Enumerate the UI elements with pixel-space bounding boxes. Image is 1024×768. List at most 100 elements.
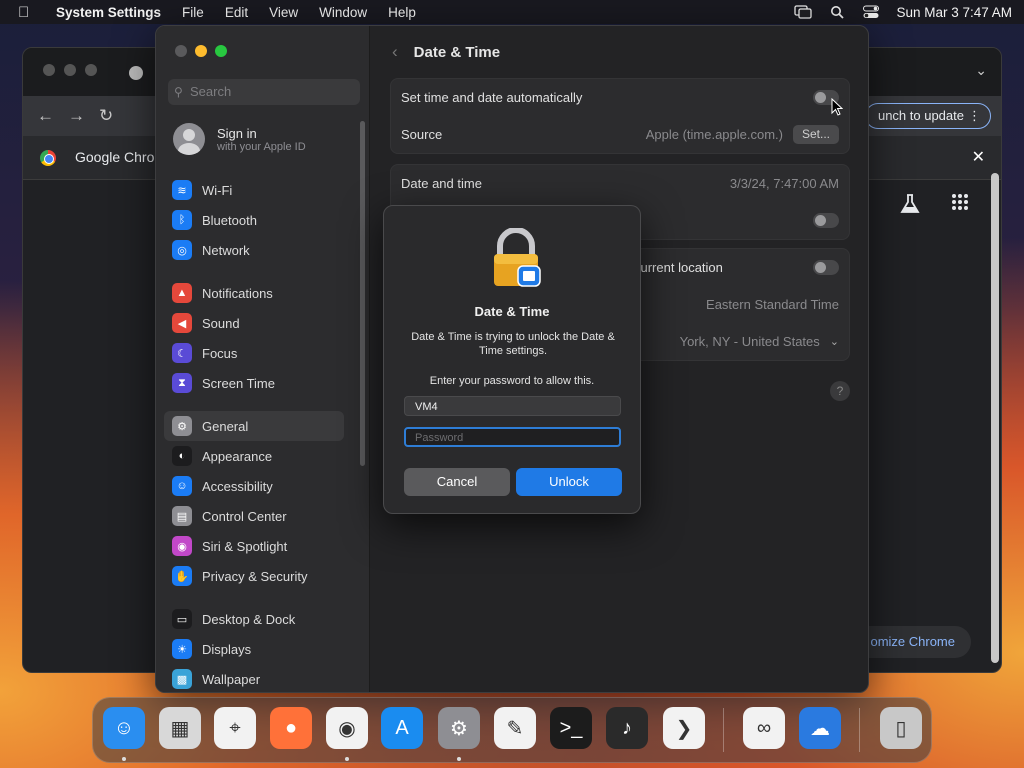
set-source-button[interactable]: Set...: [792, 125, 839, 144]
username-field[interactable]: VM4: [404, 396, 621, 416]
password-field[interactable]: Password: [404, 427, 621, 447]
minimize-window-button[interactable]: [195, 45, 207, 57]
unlock-dialog: Date & Time Date & Time is trying to unl…: [383, 205, 641, 514]
sidebar-item-bluetooth[interactable]: ᛒ Bluetooth: [164, 205, 344, 235]
sidebar-item-sound[interactable]: ◀ Sound: [164, 308, 344, 338]
sidebar-item-label: Focus: [202, 345, 238, 361]
location-label: current location: [634, 260, 723, 275]
safari-icon[interactable]: ⌖: [214, 707, 256, 749]
visual-studio-icon[interactable]: ∞: [743, 707, 785, 749]
search-icon[interactable]: [828, 5, 846, 19]
back-arrow-icon[interactable]: ←: [37, 106, 54, 126]
sidebar-list: ≋ Wi-Fi ᛒ Bluetooth ◎ Network ▲ Notifications ◀ S…: [164, 175, 344, 692]
sidebar-section-gap: [164, 398, 344, 411]
sidebar-item-label: Accessibility: [202, 478, 273, 494]
sidebar-section-gap: [164, 265, 344, 278]
menu-help[interactable]: Help: [388, 5, 416, 20]
sidebar-item-siri-spotlight[interactable]: ◉ Siri & Spotlight: [164, 531, 344, 561]
menu-clock[interactable]: Sun Mar 3 7:47 AM: [896, 5, 1012, 20]
auto-time-group: Set time and date automatically Source A…: [390, 78, 850, 154]
garageband-icon[interactable]: ♪: [606, 707, 648, 749]
cancel-button[interactable]: Cancel: [404, 468, 510, 496]
screen-mirroring-icon[interactable]: [794, 5, 813, 19]
menu-window[interactable]: Window: [319, 5, 367, 20]
forward-arrow-icon[interactable]: →: [68, 106, 85, 126]
sidebar-item-wi-fi[interactable]: ≋ Wi-Fi: [164, 175, 344, 205]
settings-traffic-lights: [175, 45, 227, 57]
chrome-logo-icon: [40, 150, 56, 166]
date-time-value: 3/3/24, 7:47:00 AM: [729, 176, 839, 191]
help-button[interactable]: ?: [830, 381, 850, 401]
sidebar-item-label: Appearance: [202, 448, 273, 464]
dock-separator: [859, 708, 860, 752]
unlock-button[interactable]: Unlock: [516, 468, 622, 496]
sidebar-item-desktop-dock[interactable]: ▭ Desktop & Dock: [164, 604, 344, 634]
menu-bar:  System Settings File Edit View Window …: [0, 0, 1024, 24]
menu-file[interactable]: File: [182, 5, 204, 20]
textedit-icon[interactable]: ✎: [494, 707, 536, 749]
chrome-scrollbar[interactable]: [991, 173, 999, 663]
zoom-window-button[interactable]: [215, 45, 227, 57]
back-chevron-icon[interactable]: ‹: [392, 42, 398, 62]
sidebar-item-focus[interactable]: ☾ Focus: [164, 338, 344, 368]
sidebar-item-control-center[interactable]: ▤ Control Center: [164, 501, 344, 531]
sidebar-item-label: Sound: [202, 315, 240, 331]
sidebar-item-privacy-security[interactable]: ✋ Privacy & Security: [164, 561, 344, 591]
running-indicator: [457, 757, 461, 761]
finder-icon[interactable]: ☺: [103, 707, 145, 749]
hourglass-icon: ⧗: [172, 373, 192, 393]
globe-icon: ◎: [172, 240, 192, 260]
sidebar-item-wallpaper[interactable]: ▩ Wallpaper: [164, 664, 344, 692]
menu-view[interactable]: View: [269, 5, 298, 20]
running-indicator: [345, 757, 349, 761]
location-toggle[interactable]: [813, 260, 839, 275]
labs-flask-icon[interactable]: [899, 193, 921, 221]
terminal-icon[interactable]: >_: [550, 707, 592, 749]
sidebar-item-general[interactable]: ⚙ General: [164, 411, 344, 441]
chrome-zoom-light[interactable]: [85, 64, 97, 76]
reload-icon[interactable]: ↻: [99, 106, 113, 126]
menu-edit[interactable]: Edit: [225, 5, 248, 20]
menu-app-name[interactable]: System Settings: [56, 5, 161, 20]
gear-icon: ⚙: [172, 416, 192, 436]
more-menu-icon[interactable]: ⋮: [968, 104, 981, 128]
avatar: [173, 123, 205, 155]
sidebar-item-appearance[interactable]: ◐ Appearance: [164, 441, 344, 471]
chrome-close-light[interactable]: [43, 64, 55, 76]
running-indicator: [122, 757, 126, 761]
launchpad-icon[interactable]: ▦: [159, 707, 201, 749]
apps-grid-icon[interactable]: [951, 193, 969, 221]
sidebar-search-field[interactable]: ⚲ Search: [168, 79, 360, 105]
tab-favicon-icon[interactable]: [129, 66, 143, 80]
sidebar-item-accessibility[interactable]: ☺ Accessibility: [164, 471, 344, 501]
auto-time-row: Set time and date automatically: [391, 79, 849, 116]
system-settings-icon[interactable]: ⚙: [438, 707, 480, 749]
relaunch-button[interactable]: unch to update ⋮: [864, 103, 991, 129]
sidebar-item-displays[interactable]: ☀ Displays: [164, 634, 344, 664]
mouse-pointer-icon: [831, 98, 843, 116]
firefox-icon[interactable]: ●: [270, 707, 312, 749]
close-icon[interactable]: ✕: [972, 147, 985, 167]
vscode-icon[interactable]: ❯: [663, 707, 705, 749]
trash-icon[interactable]: ▯: [880, 707, 922, 749]
dialog-message: Date & Time is trying to unlock the Date…: [411, 331, 615, 357]
control-center-icon[interactable]: [862, 5, 880, 19]
apple-menu-icon[interactable]: : [18, 4, 40, 21]
bluetooth-icon: ᛒ: [172, 210, 192, 230]
chevron-down-icon[interactable]: ⌄: [975, 62, 987, 79]
app-store-icon[interactable]: A: [381, 707, 423, 749]
weather-icon[interactable]: ☁: [799, 707, 841, 749]
dock: ☺ ▦ ⌖ ● ◉ A ⚙ ✎ >_ ♪ ❯ ∞ ☁ ▯: [92, 697, 932, 763]
close-window-button[interactable]: [175, 45, 187, 57]
chrome-minimize-light[interactable]: [64, 64, 76, 76]
sidebar-item-label: Wallpaper: [202, 671, 261, 687]
hour-format-toggle[interactable]: [813, 213, 839, 228]
sidebar-item-network[interactable]: ◎ Network: [164, 235, 344, 265]
sidebar-item-screen-time[interactable]: ⧗ Screen Time: [164, 368, 344, 398]
apple-id-signin[interactable]: Sign in with your Apple ID: [173, 123, 306, 155]
chevron-down-icon[interactable]: ⌄: [830, 335, 839, 348]
chrome-icon[interactable]: ◉: [326, 707, 368, 749]
sun-icon: ☀: [172, 639, 192, 659]
sidebar-item-notifications[interactable]: ▲ Notifications: [164, 278, 344, 308]
sidebar-scrollbar[interactable]: [360, 121, 365, 466]
